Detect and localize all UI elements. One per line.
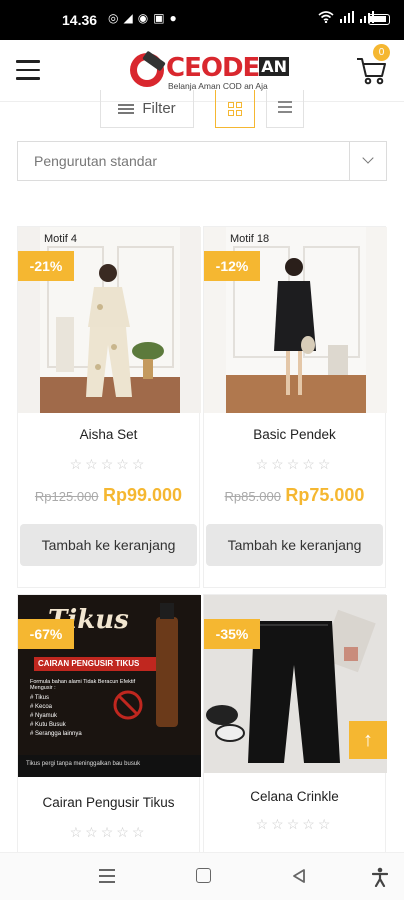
store-logo[interactable]: CEODE AN Belanja Aman COD an Aja <box>130 52 290 92</box>
telegram-icon: ◢ <box>123 11 133 25</box>
product-card[interactable]: Tikus CAIRAN PENGUSIR TIKUS Formula baha… <box>17 594 201 856</box>
status-time: 14.36 <box>62 12 98 28</box>
sort-value: Pengurutan standar <box>34 153 157 169</box>
sale-badge: -12% <box>204 251 260 281</box>
old-price: Rp125.000 <box>34 489 99 504</box>
battery-icon <box>368 14 390 25</box>
rating-stars: ☆☆☆☆☆ <box>69 824 148 840</box>
whatsapp-icon: ◎ <box>108 11 119 25</box>
add-to-cart-button[interactable]: Tambah ke keranjang <box>20 524 197 566</box>
cart-count-badge: 0 <box>373 44 390 61</box>
banner-subtitle: CAIRAN PENGUSIR TIKUS <box>38 659 140 668</box>
wifi-icon <box>318 11 334 26</box>
product-name[interactable]: Celana Crinkle <box>204 789 385 804</box>
recent-apps-icon[interactable] <box>99 869 115 883</box>
notification-icon: ● <box>169 11 177 25</box>
chevron-down-icon <box>362 152 374 164</box>
sort-select[interactable]: Pengurutan standar <box>17 141 387 181</box>
product-card[interactable]: Motif 4 -21% Aisha Set ☆☆☆☆☆ Rp125.000 R… <box>17 226 201 588</box>
scroll-to-top-button[interactable]: ↑ <box>349 721 387 759</box>
product-variant: Motif 4 <box>44 233 78 245</box>
status-bar: 14.36 ◎ ◢ ◉ ▣ ● <box>0 0 404 40</box>
banner-list-item: # Serangga lainnya <box>30 731 82 737</box>
rating-stars: ☆☆☆☆☆ <box>255 456 334 472</box>
sale-badge: -35% <box>204 619 260 649</box>
product-price: Rp125.000 Rp99.000 <box>18 485 199 506</box>
product-price: Rp85.000 Rp75.000 <box>204 485 385 506</box>
filter-label: Filter <box>142 100 176 117</box>
product-grid: Motif 4 -21% Aisha Set ☆☆☆☆☆ Rp125.000 R… <box>17 226 389 856</box>
list-icon <box>278 101 292 116</box>
menu-icon[interactable] <box>16 60 40 80</box>
system-icons <box>318 11 374 26</box>
messenger-icon: ◉ <box>137 11 149 25</box>
sale-badge: -21% <box>18 251 74 281</box>
notification-icons: ◎ ◢ ◉ ▣ ● <box>108 11 177 25</box>
arrow-up-icon: ↑ <box>363 729 373 751</box>
product-image[interactable]: Motif 4 -21% <box>18 227 201 413</box>
cart-button[interactable]: 0 <box>356 44 390 86</box>
back-icon[interactable] <box>292 868 306 889</box>
banner-list-item: # Kecoa <box>30 704 53 710</box>
banner-list-item: # Kutu Busuk <box>30 722 66 728</box>
accessibility-icon[interactable] <box>371 867 389 892</box>
view-toolbar: Filter <box>0 90 404 130</box>
product-name[interactable]: Aisha Set <box>18 427 199 442</box>
sale-price: Rp99.000 <box>103 485 183 505</box>
banner-footer: Tikus pergi tanpa meninggalkan bau busuk <box>26 761 141 767</box>
banner-list-item: # Nyamuk <box>30 713 58 719</box>
filter-button[interactable]: Filter <box>100 90 194 128</box>
product-card[interactable]: Motif 18 -12% Basic Pendek ☆☆☆☆☆ Rp85.00… <box>203 226 387 588</box>
rating-stars: ☆☆☆☆☆ <box>69 456 148 472</box>
product-image[interactable]: Motif 18 -12% <box>204 227 387 413</box>
add-to-cart-button[interactable]: Tambah ke keranjang <box>206 524 383 566</box>
product-image[interactable]: Tikus CAIRAN PENGUSIR TIKUS Formula baha… <box>18 595 201 777</box>
grid-icon <box>228 101 242 116</box>
system-navigation-bar <box>0 852 404 900</box>
product-name[interactable]: Basic Pendek <box>204 427 385 442</box>
shopee-icon: ▣ <box>153 11 165 25</box>
rating-stars: ☆☆☆☆☆ <box>255 816 334 832</box>
logo-suffix: AN <box>259 57 290 76</box>
product-variant: Motif 18 <box>230 233 270 245</box>
signal-icon <box>340 11 354 26</box>
list-view-button[interactable] <box>266 90 304 128</box>
filter-icon <box>118 103 135 114</box>
grid-view-button[interactable] <box>215 90 255 128</box>
old-price: Rp85.000 <box>224 489 281 504</box>
banner-heading: Formula bahan alami Tidak Beracun Efekti… <box>30 679 136 692</box>
logo-mark-icon <box>130 53 164 87</box>
logo-name: CEODE <box>166 53 260 83</box>
sale-badge: -67% <box>18 619 74 649</box>
banner-list-item: # Tikus <box>30 695 50 701</box>
home-icon[interactable] <box>196 868 211 883</box>
sale-price: Rp75.000 <box>285 485 365 505</box>
app-header: CEODE AN Belanja Aman COD an Aja 0 <box>0 40 404 102</box>
product-name[interactable]: Cairan Pengusir Tikus <box>18 795 199 810</box>
